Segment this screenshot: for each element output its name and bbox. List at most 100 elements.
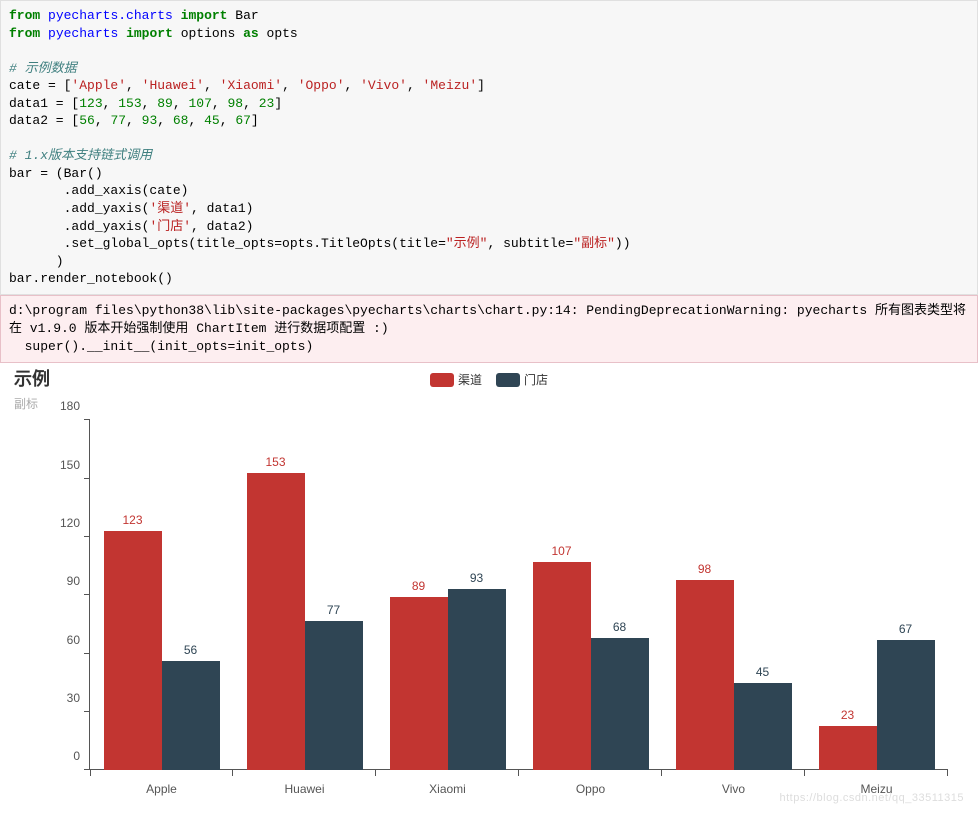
bar-value-label: 89: [412, 579, 425, 593]
y-tick-label: 180: [40, 399, 80, 413]
legend: 渠道 门店: [10, 367, 968, 390]
bar-value-label: 23: [841, 708, 854, 722]
bar-series1[interactable]: 123: [104, 531, 162, 770]
str: 'Huawei': [142, 78, 204, 93]
comment: # 示例数据: [9, 61, 77, 76]
num: 68: [173, 113, 189, 128]
str: 'Xiaomi': [220, 78, 282, 93]
code-line: , data1): [191, 201, 253, 216]
y-tick-label: 30: [40, 691, 80, 705]
mod: pyecharts.charts: [48, 8, 173, 23]
bar-series2[interactable]: 45: [734, 683, 792, 771]
code-line: .add_yaxis(: [9, 201, 149, 216]
category-group: 10768: [519, 420, 662, 770]
kw-as: as: [243, 26, 259, 41]
num: 98: [227, 96, 243, 111]
warning-output: d:\program files\python38\lib\site-packa…: [0, 295, 978, 364]
bar-value-label: 68: [613, 620, 626, 634]
bar-series2[interactable]: 68: [591, 638, 649, 770]
num: 56: [79, 113, 95, 128]
category-group: 2367: [805, 420, 948, 770]
code-line: ): [9, 254, 64, 269]
ident: cate = [: [9, 78, 71, 93]
legend-label: 渠道: [458, 371, 482, 388]
ident: options: [181, 26, 236, 41]
watermark: https://blog.csdn.net/qq_33511315: [780, 792, 965, 804]
bar-series2[interactable]: 93: [448, 589, 506, 770]
str: "示例": [446, 236, 488, 251]
code-line: .add_xaxis(cate): [9, 183, 188, 198]
bracket: ]: [251, 113, 259, 128]
code-line: .add_yaxis(: [9, 219, 149, 234]
kw-import: import: [181, 8, 228, 23]
category-group: 15377: [233, 420, 376, 770]
y-tick-label: 60: [40, 633, 80, 647]
num: 23: [259, 96, 275, 111]
code-line: bar = (Bar(): [9, 166, 103, 181]
plot-area[interactable]: 0306090120150180 12356153778993107689845…: [90, 420, 948, 800]
kw-import: import: [126, 26, 173, 41]
ident: opts: [267, 26, 298, 41]
str: 'Meizu': [423, 78, 478, 93]
category-group: 12356: [90, 420, 233, 770]
x-axis-label: Xiaomi: [376, 774, 519, 800]
legend-swatch-icon: [496, 373, 520, 387]
y-tick-label: 0: [40, 749, 80, 763]
bar-series1[interactable]: 153: [247, 473, 305, 771]
bar-value-label: 123: [122, 513, 142, 527]
bar-value-label: 98: [698, 562, 711, 576]
num: 77: [110, 113, 126, 128]
bar-value-label: 67: [899, 622, 912, 636]
num: 107: [188, 96, 211, 111]
str: 'Vivo': [360, 78, 407, 93]
code-line: )): [615, 236, 631, 251]
num: 89: [157, 96, 173, 111]
category-group: 8993: [376, 420, 519, 770]
bracket: ]: [274, 96, 282, 111]
str: 'Apple': [71, 78, 126, 93]
bar-series2[interactable]: 56: [162, 661, 220, 770]
x-axis-label: Apple: [90, 774, 233, 800]
bar-series1[interactable]: 23: [819, 726, 877, 771]
ident: data1 = [: [9, 96, 79, 111]
x-axis-label: Oppo: [519, 774, 662, 800]
str: '渠道': [149, 201, 191, 216]
bracket: ]: [477, 78, 485, 93]
str: 'Oppo': [298, 78, 345, 93]
str: '门店': [149, 219, 191, 234]
ident: Bar: [235, 8, 258, 23]
num: 67: [235, 113, 251, 128]
legend-label: 门店: [524, 371, 548, 388]
bar-series1[interactable]: 98: [676, 580, 734, 771]
ident: data2 = [: [9, 113, 79, 128]
bar-series1[interactable]: 107: [533, 562, 591, 770]
bar-series2[interactable]: 67: [877, 640, 935, 770]
x-axis-label: Huawei: [233, 774, 376, 800]
bar-value-label: 153: [265, 455, 285, 469]
code-line: , data2): [191, 219, 253, 234]
code-cell: from pyecharts.charts import Bar from py…: [0, 0, 978, 295]
code-line: , subtitle=: [487, 236, 573, 251]
bar-series1[interactable]: 89: [390, 597, 448, 770]
comment: # 1.x版本支持链式调用: [9, 148, 152, 163]
num: 45: [204, 113, 220, 128]
mod: pyecharts: [48, 26, 118, 41]
bar-series2[interactable]: 77: [305, 621, 363, 771]
bar-value-label: 107: [551, 544, 571, 558]
code-line: .set_global_opts(title_opts=opts.TitleOp…: [9, 236, 446, 251]
legend-item-series2[interactable]: 门店: [496, 371, 548, 388]
kw-from: from: [9, 8, 40, 23]
y-tick-label: 120: [40, 516, 80, 530]
num: 123: [79, 96, 102, 111]
legend-item-series1[interactable]: 渠道: [430, 371, 482, 388]
y-tick-label: 150: [40, 458, 80, 472]
category-group: 9845: [662, 420, 805, 770]
bar-value-label: 93: [470, 571, 483, 585]
legend-swatch-icon: [430, 373, 454, 387]
bar-value-label: 77: [327, 603, 340, 617]
bar-value-label: 45: [756, 665, 769, 679]
bar-value-label: 56: [184, 643, 197, 657]
str: "副标": [573, 236, 615, 251]
chart-output: 示例 副标 渠道 门店 0306090120150180 12356153778…: [0, 363, 978, 810]
num: 93: [142, 113, 158, 128]
